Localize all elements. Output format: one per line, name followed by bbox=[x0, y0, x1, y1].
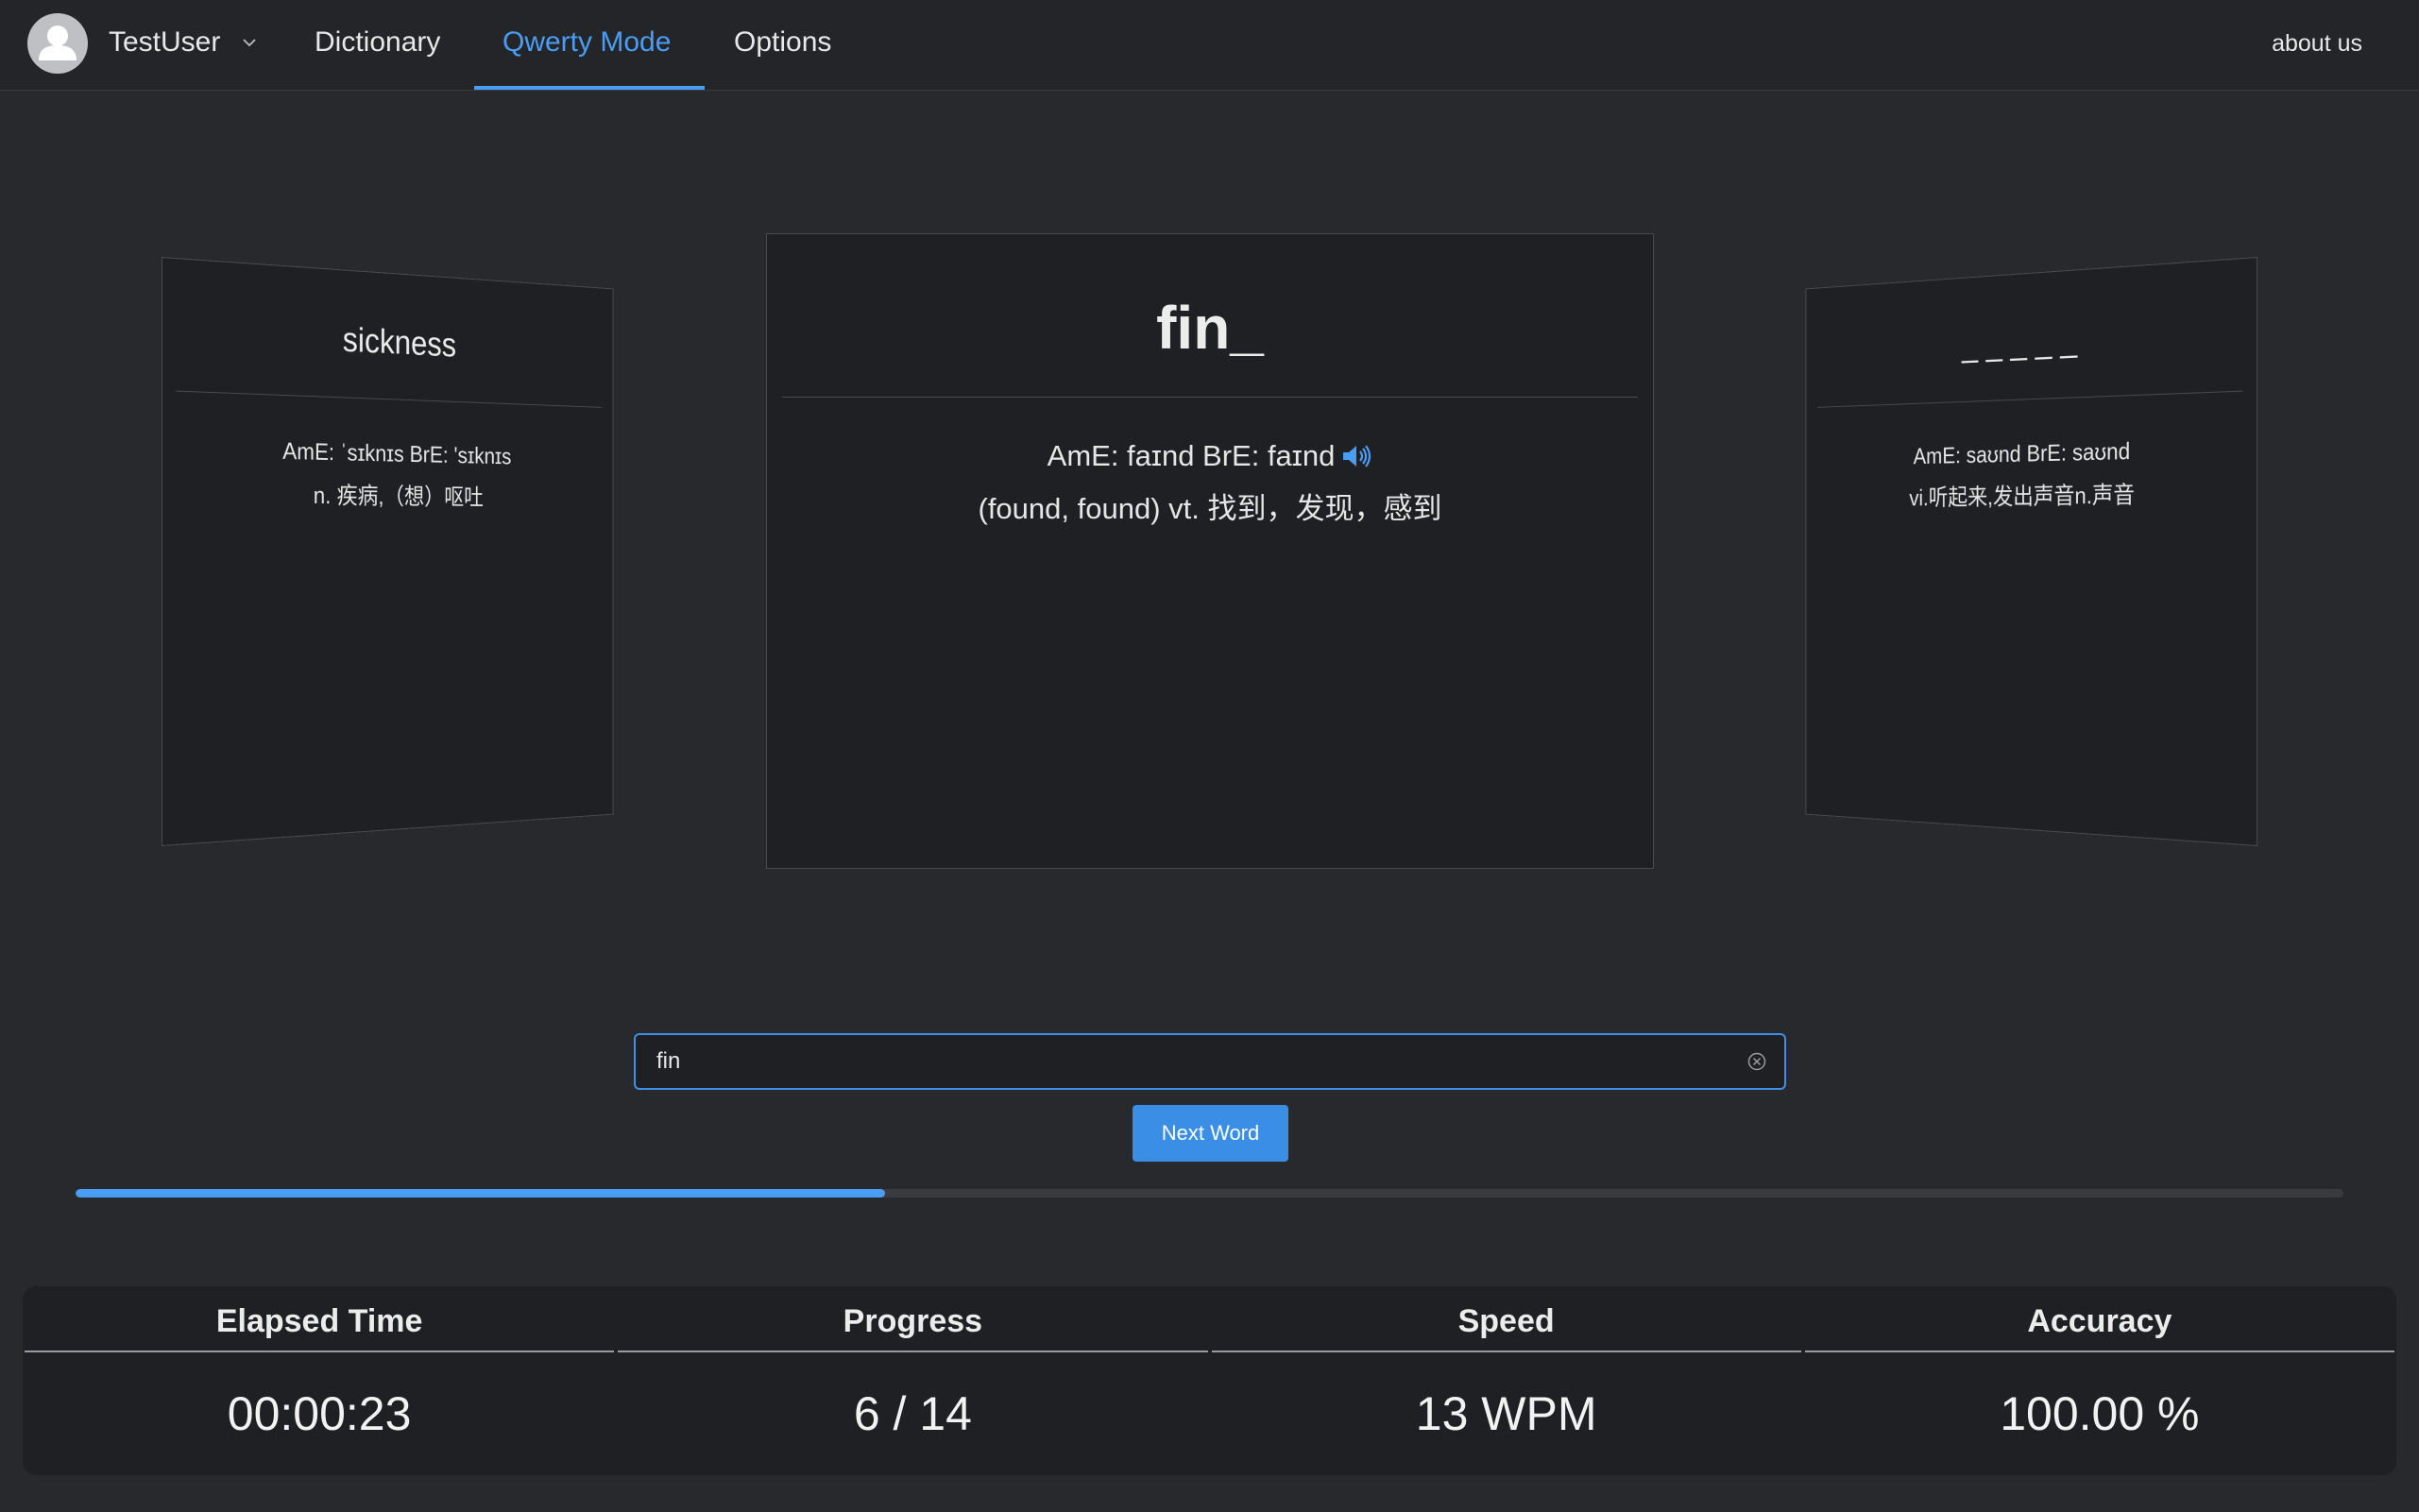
previous-word-definition: n. 疾病,（想）呕吐 bbox=[162, 470, 613, 519]
top-navbar: TestUser Dictionary Qwerty Mode Options … bbox=[0, 0, 2419, 91]
next-word-button[interactable]: Next Word bbox=[1133, 1105, 1288, 1162]
word-progress-bar bbox=[76, 1189, 2343, 1198]
current-word-card: fin_ AmE: faɪnd BrE: faɪnd (found, found… bbox=[766, 233, 1654, 869]
stats-panel: Elapsed Time 00:00:23 Progress 6 / 14 Sp… bbox=[23, 1286, 2396, 1475]
stat-progress: Progress 6 / 14 bbox=[616, 1286, 1209, 1475]
user-avatar-icon[interactable] bbox=[27, 13, 88, 74]
speaker-icon[interactable] bbox=[1340, 443, 1372, 469]
nav-options[interactable]: Options bbox=[734, 26, 831, 59]
chevron-down-icon[interactable] bbox=[239, 32, 260, 53]
stat-label: Progress bbox=[618, 1303, 1207, 1351]
user-menu-name[interactable]: TestUser bbox=[109, 26, 220, 59]
stat-value: 13 WPM bbox=[1212, 1386, 1801, 1441]
typing-input-wrapper bbox=[634, 1033, 1786, 1090]
typing-input[interactable] bbox=[655, 1035, 1731, 1088]
word-progress-fill bbox=[76, 1189, 885, 1198]
stat-label: Accuracy bbox=[1805, 1303, 2394, 1351]
card-divider bbox=[782, 397, 1638, 398]
next-word-masked: _ _ _ _ _ bbox=[1806, 311, 2257, 387]
stat-divider bbox=[1212, 1351, 1801, 1352]
previous-word: sickness bbox=[162, 311, 613, 387]
stat-value: 00:00:23 bbox=[25, 1386, 614, 1441]
stat-accuracy: Accuracy 100.00 % bbox=[1803, 1286, 2396, 1475]
card-divider bbox=[177, 391, 602, 408]
about-us-link[interactable]: about us bbox=[2272, 30, 2362, 58]
stat-divider bbox=[618, 1351, 1207, 1352]
stat-label: Speed bbox=[1212, 1303, 1801, 1351]
next-word-definition: vi.听起来,发出声音n.声音 bbox=[1806, 470, 2257, 519]
next-word-card: _ _ _ _ _ AmE: saʊnd BrE: saʊnd vi.听起来,发… bbox=[1806, 257, 2257, 846]
clear-circle-icon[interactable] bbox=[1746, 1051, 1767, 1072]
current-word-definition: (found, found) vt. 找到，发现，感到 bbox=[767, 483, 1653, 535]
stat-divider bbox=[25, 1351, 614, 1352]
stat-speed: Speed 13 WPM bbox=[1210, 1286, 1803, 1475]
stat-divider bbox=[1805, 1351, 2394, 1352]
stat-value: 100.00 % bbox=[1805, 1386, 2394, 1441]
current-word: fin_ bbox=[767, 293, 1653, 374]
stat-value: 6 / 14 bbox=[618, 1386, 1207, 1441]
nav-qwerty-mode[interactable]: Qwerty Mode bbox=[503, 26, 671, 59]
stat-elapsed-time: Elapsed Time 00:00:23 bbox=[23, 1286, 616, 1475]
nav-dictionary[interactable]: Dictionary bbox=[315, 26, 440, 59]
previous-word-card: sickness AmE: ˈsɪknɪs BrE: 'sɪknɪs n. 疾病… bbox=[162, 257, 613, 846]
active-tab-underline bbox=[474, 86, 705, 90]
stat-label: Elapsed Time bbox=[25, 1303, 614, 1351]
card-divider bbox=[1817, 391, 2242, 408]
current-word-phonetic: AmE: faɪnd BrE: faɪnd bbox=[1048, 439, 1336, 472]
